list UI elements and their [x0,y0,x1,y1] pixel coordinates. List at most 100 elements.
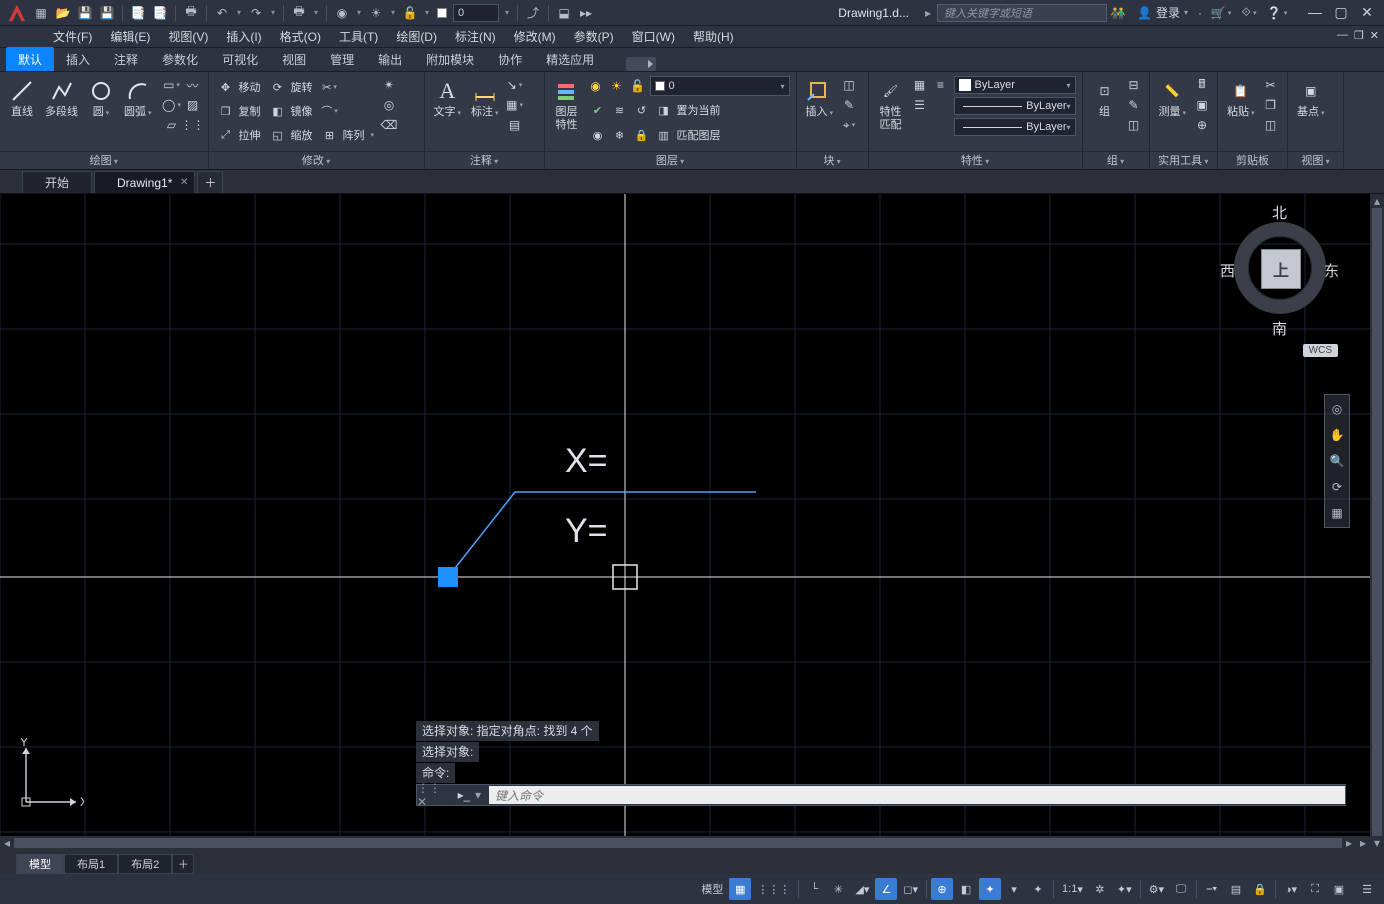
scale-button[interactable]: ◱缩放 [267,124,315,146]
layout-tab-model[interactable]: 模型 [16,854,64,874]
stay-connected-icon[interactable]: ⟐ [1240,2,1258,24]
erase-icon[interactable]: ⌫ [380,116,398,134]
plot-icon[interactable]: 🖶 [182,2,200,24]
select-all-icon[interactable]: ▣ [1193,96,1211,114]
dimension-button[interactable]: 标注 [468,76,502,122]
status-hardware-button[interactable]: ⛶ [1304,878,1326,900]
viewcube-west[interactable]: 西 [1220,260,1235,281]
menu-tools[interactable]: 工具(T) [330,26,387,48]
offset-icon[interactable]: ◎ [380,96,398,114]
copy-button[interactable]: ❐复制 [215,100,263,122]
wcs-badge[interactable]: WCS [1303,344,1338,357]
status-lwt-button[interactable]: ⊕ [931,878,953,900]
status-monitor-button[interactable]: 🖵 [1170,878,1192,900]
status-dyn-button[interactable]: ✦ [979,878,1001,900]
mdi-restore-button[interactable]: ❐ [1354,29,1364,42]
panel-title-clipboard[interactable]: 剪贴板 [1218,151,1287,169]
mdi-close-button[interactable]: ✕ [1370,29,1379,42]
status-transparency-button[interactable]: ◧ [955,878,977,900]
panel-title-annotate[interactable]: 注释 [425,151,544,169]
group-edit-icon[interactable]: ✎ [1125,96,1143,114]
login-button[interactable]: 👤 登录 ▾ [1137,4,1188,21]
ltype-bylayer-combo[interactable]: ByLayer▾ [954,118,1076,136]
ribbon-tab-default[interactable]: 默认 [6,47,54,71]
panel-title-layers[interactable]: 图层 [545,151,796,169]
measure-button[interactable]: 📏 测量 [1156,76,1190,122]
mirror-button[interactable]: ◧镜像 [267,100,315,122]
viewcube-south[interactable]: 南 [1272,318,1287,339]
color-swatch-icon[interactable] [437,8,447,18]
panel-title-properties[interactable]: 特性 [869,151,1082,169]
lweight-bylayer-combo[interactable]: ByLayer▾ [954,97,1076,115]
saveas-icon[interactable]: 💾 [98,2,116,24]
share-icon[interactable]: ⤴ [524,2,542,24]
scroll-end-icon[interactable]: ▸ [1356,836,1370,850]
status-qp-button[interactable]: ▾ [1003,878,1025,900]
ribbon-tab-collab[interactable]: 协作 [486,47,534,71]
polyline-button[interactable]: 多段线 [42,76,81,121]
pin-icon[interactable]: ⬓ [555,2,573,24]
status-snap-button[interactable]: ⋮⋮⋮ [753,878,794,900]
help-icon[interactable]: ❔ [1268,2,1286,24]
layer-freeze-icon[interactable]: ☀ [608,77,626,95]
base-view-button[interactable]: ▣ 基点 [1294,76,1328,122]
web-save-icon[interactable]: 📑 [151,2,169,24]
rotate-button[interactable]: ⟳旋转 [267,76,315,98]
viewcube-east[interactable]: 东 [1324,260,1339,281]
ribbon-tab-output[interactable]: 输出 [366,47,414,71]
menu-view[interactable]: 视图(V) [159,26,217,48]
status-units-button[interactable]: ⎯▾ [1201,878,1223,900]
app-logo-icon[interactable] [4,1,30,25]
minimize-button[interactable]: — [1306,4,1324,21]
ribbon-tab-addins[interactable]: 附加模块 [414,47,486,71]
redo-icon[interactable]: ↷ [247,2,265,24]
panel-title-utilities[interactable]: 实用工具 [1150,151,1218,169]
menu-draw[interactable]: 绘图(D) [387,26,446,48]
make-current-button[interactable]: ✔≋↺◨置为当前 [587,99,790,121]
command-input[interactable]: 键入命令 [489,786,1345,804]
insert-block-button[interactable]: 插入 [803,76,837,122]
array-button[interactable]: ⊞阵列 [319,124,377,146]
ribbon-tab-visualize[interactable]: 可视化 [210,47,270,71]
status-annovis-button[interactable]: ✲ [1089,878,1111,900]
web-open-icon[interactable]: 📑 [129,2,147,24]
viewcube-top-face[interactable]: 上 [1262,250,1300,288]
mdi-minimize-button[interactable]: — [1337,29,1348,42]
panel-title-group[interactable]: 组 [1083,151,1149,169]
hatch-icon[interactable]: ▨ [184,96,202,114]
status-osnap-button[interactable]: ◻▾ [899,878,922,900]
arc-button[interactable]: 圆弧 [121,76,155,122]
line-button[interactable]: 直线 [6,76,38,121]
region-icon[interactable]: ▱ [163,116,181,134]
copy-base-icon[interactable]: ◫ [1262,116,1280,134]
menu-modify[interactable]: 修改(M) [505,26,565,48]
scroll-left-icon[interactable]: ◂ [0,836,14,850]
status-autoscale-button[interactable]: ✦▾ [1113,878,1136,900]
spline-icon[interactable]: 〰 [184,76,202,94]
color-control-icon[interactable]: ▦ [911,76,929,94]
text-button[interactable]: A 文字 [431,76,465,122]
ribbon-tab-expand-icon[interactable] [626,57,656,71]
layer-on-icon[interactable]: ◉ [587,77,605,95]
panel-title-modify[interactable]: 修改 [209,151,424,169]
file-tab-drawing[interactable]: Drawing1*✕ [94,171,195,193]
ltype-control-icon[interactable]: ≡ [932,76,950,94]
point-icon[interactable]: ⋮⋮ [184,116,202,134]
ungroup-icon[interactable]: ⊟ [1125,76,1143,94]
horizontal-scrollbar[interactable]: ◂ ▸ ▸ [0,836,1370,850]
point-style-icon[interactable]: ⊕ [1193,116,1211,134]
infocenter-icon[interactable]: 👬 [1109,2,1127,24]
file-tab-start[interactable]: 开始 [22,171,92,193]
maximize-button[interactable]: ▢ [1332,4,1350,21]
ribbon-tab-featured[interactable]: 精选应用 [534,47,606,71]
status-quickprops-button[interactable]: ▤ [1225,878,1247,900]
view-cube[interactable]: 上 北 南 西 东 [1220,202,1340,342]
ribbon-tab-insert[interactable]: 插入 [54,47,102,71]
explode-icon[interactable]: ✴ [380,76,398,94]
close-tab-icon[interactable]: ✕ [180,177,188,188]
nav-pan-icon[interactable]: ✋ [1327,425,1347,445]
nav-wheel-icon[interactable]: ◎ [1327,399,1347,419]
paste-button[interactable]: 📋 粘贴 [1224,76,1258,122]
search-input[interactable]: 键入关键字或短语 [937,4,1107,22]
trim-button[interactable]: ✂ [319,76,377,98]
